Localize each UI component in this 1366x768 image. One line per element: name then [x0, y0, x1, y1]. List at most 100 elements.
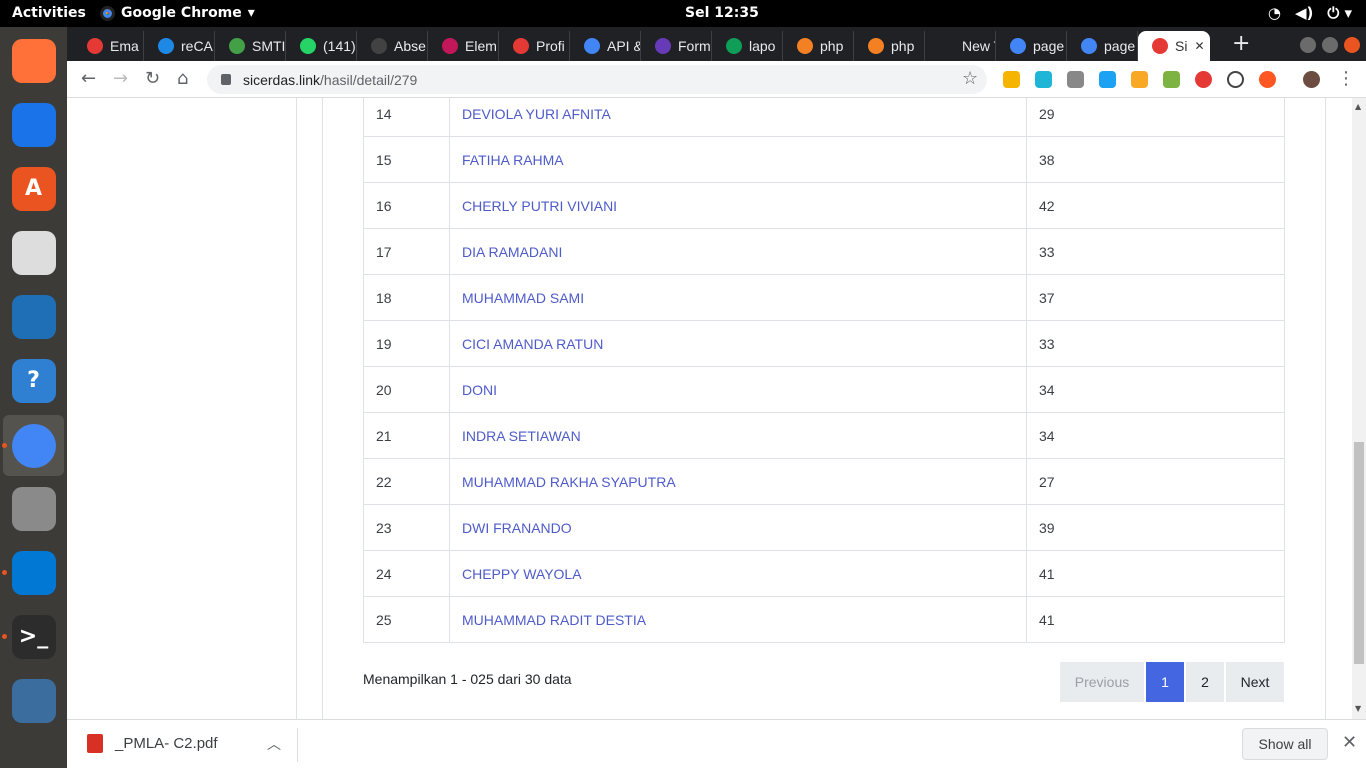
favicon-icon	[939, 38, 955, 54]
writer-icon	[11, 294, 56, 339]
student-name-link[interactable]: DIA RAMADANI	[462, 244, 562, 260]
tab-label: Ema	[110, 38, 139, 54]
address-domain: sicerdas.link	[243, 71, 321, 88]
next-page-button[interactable]: Next	[1226, 662, 1284, 702]
app-menu[interactable]: Google Chrome ▾	[100, 5, 255, 21]
previous-page-button[interactable]: Previous	[1060, 662, 1144, 702]
extension-icon[interactable]	[1259, 71, 1276, 88]
scrollbar-thumb[interactable]	[1354, 442, 1364, 664]
menu-dots-icon[interactable]: ⋮	[1337, 68, 1355, 89]
page-scrollbar[interactable]: ▲ ▼	[1352, 98, 1366, 719]
favicon-icon	[513, 38, 529, 54]
browser-tab[interactable]: page	[996, 31, 1067, 61]
system-menu[interactable]: ◔ ◀) ⏻ ▾	[1268, 4, 1352, 22]
browser-tab[interactable]: SMTI	[215, 31, 286, 61]
extension-icon[interactable]	[1035, 71, 1052, 88]
chevron-up-icon[interactable]: ︿	[267, 734, 281, 754]
student-name-cell: DWI FRANANDO	[449, 504, 1027, 551]
student-name-link[interactable]: DWI FRANANDO	[462, 520, 572, 536]
browser-tab[interactable]: Abse	[357, 31, 428, 61]
dock-item[interactable]	[3, 670, 64, 731]
student-name-link[interactable]: CICI AMANDA RATUN	[462, 336, 603, 352]
browser-tab[interactable]: php	[854, 31, 925, 61]
dock-item[interactable]: ?	[3, 350, 64, 411]
extension-icon[interactable]	[1131, 71, 1148, 88]
dock-item[interactable]	[3, 222, 64, 283]
close-icon[interactable]: ✕	[1342, 732, 1357, 753]
close-tab-icon[interactable]: ✕	[1194, 39, 1204, 53]
forward-icon[interactable]: →	[113, 68, 128, 89]
reload-icon[interactable]: ↻	[145, 68, 160, 89]
student-name-link[interactable]: CHERLY PUTRI VIVIANI	[462, 198, 617, 214]
dock-item[interactable]	[3, 478, 64, 539]
maximize-icon[interactable]	[1322, 37, 1338, 53]
bookmark-star-icon[interactable]: ☆	[962, 68, 978, 89]
download-item[interactable]: _PMLA- C2.pdf	[87, 734, 218, 753]
dock-item[interactable]: A	[3, 158, 64, 219]
browser-tab[interactable]: php	[783, 31, 854, 61]
browser-tab[interactable]: Si ✕	[1138, 31, 1210, 61]
favicon-icon	[726, 38, 742, 54]
dock-item[interactable]	[3, 542, 64, 603]
row-number: 23	[363, 504, 450, 551]
gnome-top-bar: Activities Google Chrome ▾ Sel 12:35 ◔ ◀…	[0, 0, 1366, 27]
browser-tab[interactable]: lapo	[712, 31, 783, 61]
tab-label: API &	[607, 38, 641, 54]
back-icon[interactable]: ←	[81, 68, 96, 89]
table-row: 15 FATIHA RAHMA 38	[363, 136, 1285, 183]
tab-label: page	[1104, 38, 1136, 54]
student-name-cell: CHEPPY WAYOLA	[449, 550, 1027, 597]
score-cell: 34	[1026, 412, 1285, 459]
favicon-icon	[87, 38, 103, 54]
scroll-down-icon[interactable]: ▼	[1355, 704, 1361, 713]
address-bar[interactable]: sicerdas.link /hasil/detail/279	[207, 65, 987, 94]
browser-tab[interactable]: Profi	[499, 31, 570, 61]
browser-tab[interactable]: Elem	[428, 31, 499, 61]
student-name-link[interactable]: MUHAMMAD RAKHA SYAPUTRA	[462, 474, 676, 490]
activities-button[interactable]: Activities	[12, 5, 86, 21]
extension-icon[interactable]	[1163, 71, 1180, 88]
extension-icon[interactable]	[1227, 71, 1244, 88]
browser-tab[interactable]: (141)	[286, 31, 357, 61]
table-info: Menampilkan 1 - 025 dari 30 data	[363, 671, 572, 687]
student-name-link[interactable]: DEVIOLA YURI AFNITA	[462, 106, 611, 122]
dock-item[interactable]	[3, 94, 64, 155]
table-row: 16 CHERLY PUTRI VIVIANI 42	[363, 182, 1285, 229]
page-1-button[interactable]: 1	[1146, 662, 1184, 702]
student-name-link[interactable]: FATIHA RAHMA	[462, 152, 564, 168]
browser-tab[interactable]: reCA	[144, 31, 215, 61]
browser-tab[interactable]: Form	[641, 31, 712, 61]
minimize-icon[interactable]	[1300, 37, 1316, 53]
browser-tab[interactable]: API &	[570, 31, 641, 61]
score-cell: 33	[1026, 320, 1285, 367]
student-name-link[interactable]: MUHAMMAD RADIT DESTIA	[462, 612, 646, 628]
browser-tab[interactable]: New Tab	[925, 31, 996, 61]
dock-item[interactable]	[3, 30, 64, 91]
tab-label: php	[820, 38, 844, 54]
show-all-button[interactable]: Show all	[1242, 728, 1328, 760]
extension-icon[interactable]	[1003, 71, 1020, 88]
page-2-button[interactable]: 2	[1186, 662, 1224, 702]
profile-avatar[interactable]	[1303, 71, 1320, 88]
dock-item[interactable]	[3, 415, 64, 476]
student-name-link[interactable]: MUHAMMAD SAMI	[462, 290, 584, 306]
browser-tab[interactable]: Ema	[73, 31, 144, 61]
clock[interactable]: Sel 12:35	[685, 5, 759, 21]
row-number: 21	[363, 412, 450, 459]
extension-icon[interactable]	[1067, 71, 1084, 88]
favicon-icon	[655, 38, 671, 54]
divider	[297, 728, 298, 762]
dock-item[interactable]: >_	[3, 606, 64, 667]
close-window-icon[interactable]	[1344, 37, 1360, 53]
dock-item[interactable]	[3, 286, 64, 347]
browser-tab[interactable]: page	[1067, 31, 1138, 61]
extension-icon[interactable]	[1099, 71, 1116, 88]
student-name-link[interactable]: CHEPPY WAYOLA	[462, 566, 582, 582]
student-name-link[interactable]: INDRA SETIAWAN	[462, 428, 581, 444]
scroll-up-icon[interactable]: ▲	[1355, 102, 1361, 111]
home-icon[interactable]: ⌂	[177, 68, 188, 89]
new-tab-button[interactable]: +	[1232, 31, 1250, 56]
student-name-link[interactable]: DONI	[462, 382, 497, 398]
table-row: 24 CHEPPY WAYOLA 41	[363, 550, 1285, 597]
extension-icon[interactable]	[1195, 71, 1212, 88]
